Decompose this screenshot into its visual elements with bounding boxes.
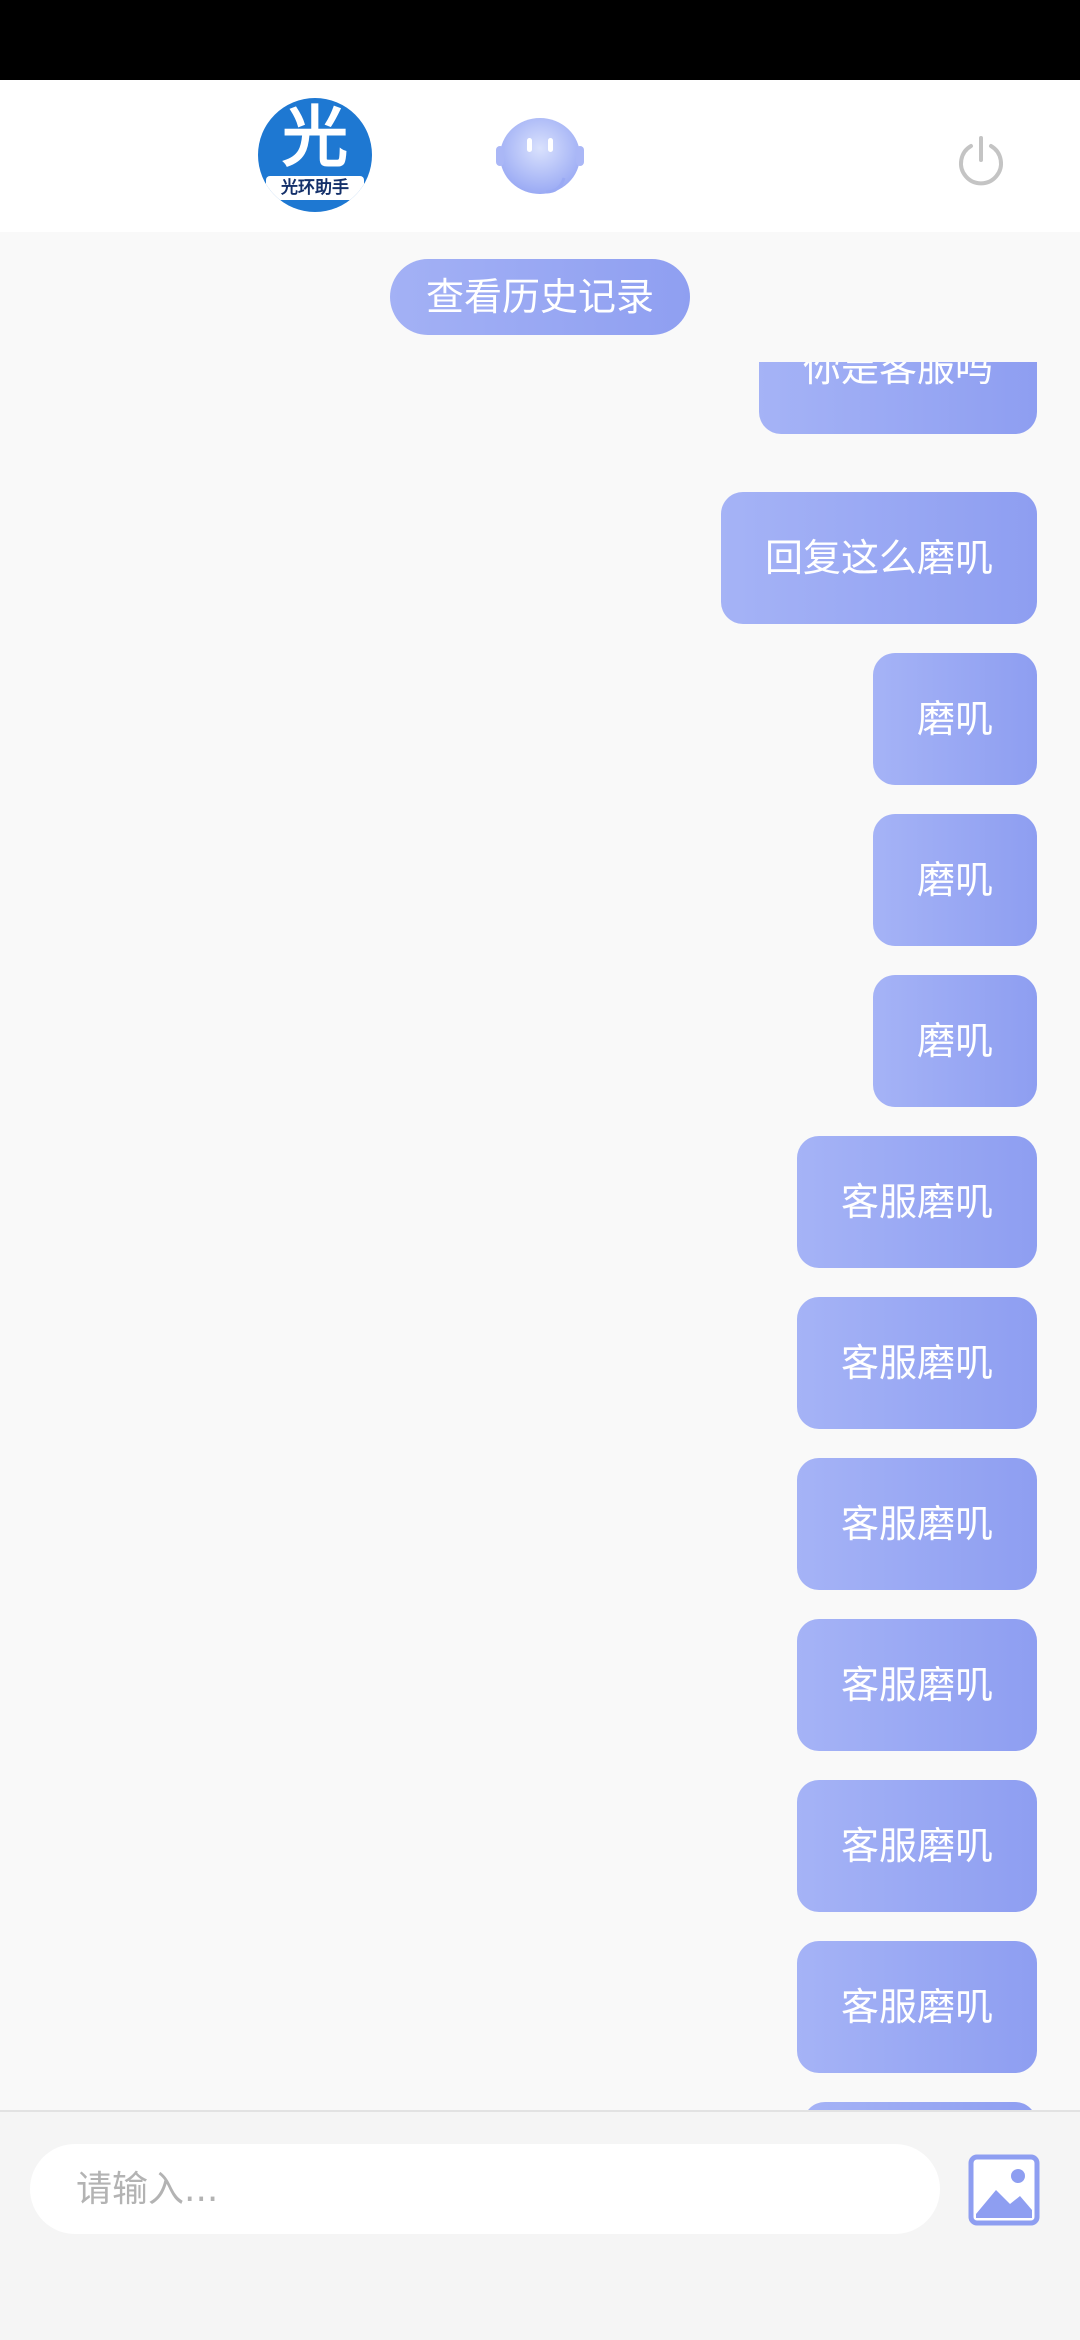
message-bubble: 客服磨叽 xyxy=(796,1458,1037,1590)
message-bubble: 客服磨叽 xyxy=(796,1136,1037,1268)
message-bubble: 磨叽 xyxy=(872,975,1037,1107)
input-bar xyxy=(0,2110,1080,2340)
message-bubble: 你是客服吗 xyxy=(758,362,1037,434)
message-bubble: 客服磨叽 xyxy=(796,1619,1037,1751)
logo-char: 光 xyxy=(282,99,348,176)
view-history-button[interactable]: 查看历史记录 xyxy=(390,259,690,335)
message-input[interactable] xyxy=(30,2144,940,2234)
message-bubble: 客服磨叽 xyxy=(796,1297,1037,1429)
message-bubble: 磨叽 xyxy=(872,653,1037,785)
message-bubble: 客服磨叽 xyxy=(796,1941,1037,2073)
robot-face-icon xyxy=(496,118,584,194)
message-bubble xyxy=(803,2102,1037,2110)
chat-area: 查看历史记录 你是客服吗 回复这么磨叽 磨叽 磨叽 磨叽 客服磨叽 客服磨叽 客… xyxy=(0,232,1080,2110)
message-bubble: 客服磨叽 xyxy=(796,1780,1037,1912)
status-bar xyxy=(0,0,1080,80)
message-bubble: 磨叽 xyxy=(872,814,1037,946)
power-icon[interactable] xyxy=(954,134,1008,188)
header: 光 光环助手 xyxy=(0,80,1080,232)
app-logo: 光 光环助手 xyxy=(258,98,372,212)
message-list: 你是客服吗 回复这么磨叽 磨叽 磨叽 磨叽 客服磨叽 客服磨叽 客服磨叽 客服磨… xyxy=(0,362,1080,2110)
image-icon[interactable] xyxy=(968,2154,1040,2226)
message-bubble: 回复这么磨叽 xyxy=(720,492,1037,624)
logo-text: 光环助手 xyxy=(266,176,364,200)
